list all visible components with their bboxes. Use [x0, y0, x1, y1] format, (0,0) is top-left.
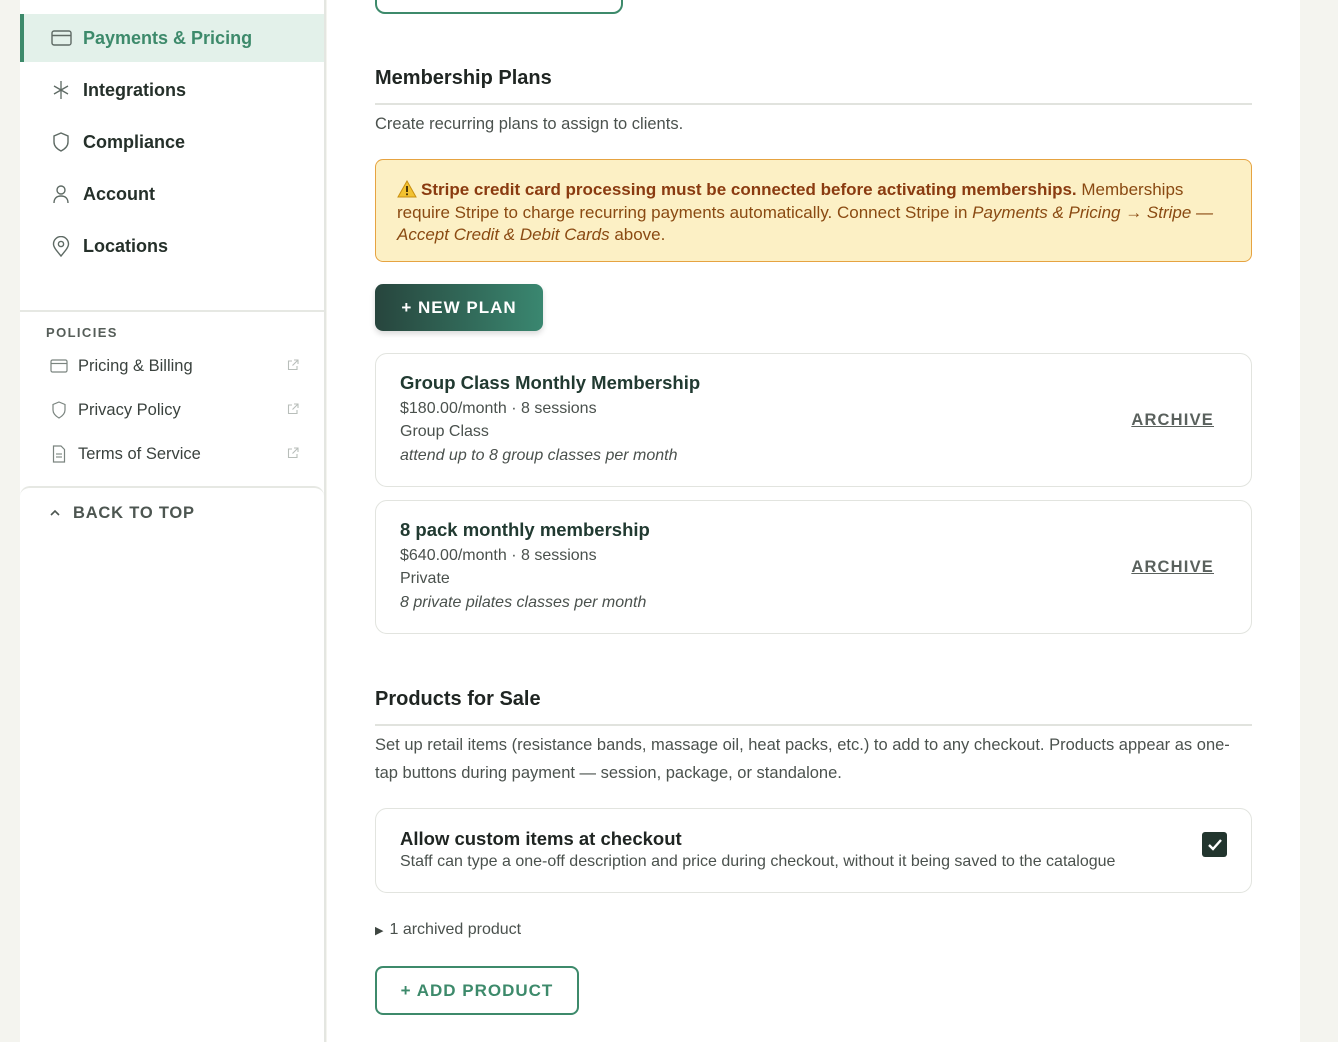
credit-card-icon: [50, 27, 72, 49]
main-content: Membership Plans Create recurring plans …: [327, 0, 1300, 1042]
sparkle-icon: [50, 79, 72, 101]
back-to-top-button[interactable]: BACK TO TOP: [48, 498, 195, 528]
archived-products-label: 1 archived product: [389, 921, 522, 938]
alert-bold-text: Stripe credit card processing must be co…: [421, 180, 1077, 199]
policy-link-terms-of-service[interactable]: Terms of Service: [50, 439, 300, 469]
policies-heading: POLICIES: [46, 325, 118, 340]
archive-plan-button[interactable]: ARCHIVE: [1131, 411, 1214, 430]
stripe-warning-alert: Stripe credit card processing must be co…: [375, 159, 1252, 262]
checkmark-icon: [1207, 838, 1222, 851]
external-link-icon: [287, 359, 299, 371]
sidebar-item-integrations[interactable]: Integrations: [20, 66, 324, 114]
previous-section-button[interactable]: [375, 0, 623, 14]
custom-items-setting: Allow custom items at checkout Staff can…: [375, 808, 1252, 893]
policy-label: Pricing & Billing: [78, 356, 193, 375]
sidebar-item-label: Payments & Pricing: [83, 27, 253, 48]
credit-card-icon: [50, 357, 68, 375]
sidebar-item-label: Compliance: [83, 131, 186, 152]
membership-description: Create recurring plans to assign to clie…: [375, 115, 684, 133]
settings-sidebar: Payments & Pricing Integrations Complian…: [20, 0, 326, 1042]
external-link-icon: [287, 403, 299, 415]
sidebar-item-compliance[interactable]: Compliance: [20, 118, 324, 166]
policy-label: Privacy Policy: [78, 400, 181, 419]
custom-items-title: Allow custom items at checkout: [400, 828, 682, 849]
shield-icon: [50, 131, 72, 153]
add-product-button[interactable]: + ADD PRODUCT: [375, 966, 579, 1015]
section-divider: [375, 724, 1252, 726]
plan-note: 8 private pilates classes per month: [400, 594, 647, 611]
plan-card: Group Class Monthly Membership $180.00/m…: [375, 353, 1252, 487]
products-title: Products for Sale: [375, 688, 541, 710]
plan-type: Group Class: [400, 423, 489, 440]
alert-text-end: above.: [609, 225, 666, 244]
warning-icon: [397, 179, 417, 198]
sidebar-divider: [20, 310, 324, 312]
map-pin-icon: [50, 235, 72, 257]
plan-note: attend up to 8 group classes per month: [400, 447, 678, 464]
disclosure-triangle-icon: ▶: [375, 924, 384, 937]
sidebar-item-locations[interactable]: Locations: [20, 222, 324, 270]
sidebar-item-label: Account: [83, 183, 155, 204]
sidebar-item-label: Locations: [83, 235, 169, 256]
plan-price: $640.00/month · 8 sessions: [400, 547, 597, 564]
sidebar-item-account[interactable]: Account: [20, 170, 324, 218]
sidebar-item-payments-pricing[interactable]: Payments & Pricing: [20, 14, 324, 62]
sidebar-item-label: Integrations: [83, 79, 187, 100]
chevron-up-icon: [50, 509, 60, 516]
back-to-top-label: BACK TO TOP: [73, 503, 195, 522]
archived-products-toggle[interactable]: ▶ 1 archived product: [375, 921, 521, 939]
plan-name: Group Class Monthly Membership: [400, 372, 701, 393]
products-description: Set up retail items (resistance bands, m…: [375, 736, 1230, 782]
membership-plans-title: Membership Plans: [375, 67, 552, 89]
plan-name: 8 pack monthly membership: [400, 519, 650, 540]
custom-items-checkbox[interactable]: [1202, 832, 1227, 857]
new-plan-button[interactable]: + NEW PLAN: [375, 284, 543, 331]
archive-plan-button[interactable]: ARCHIVE: [1131, 558, 1214, 577]
plan-price: $180.00/month · 8 sessions: [400, 400, 597, 417]
custom-items-subtitle: Staff can type a one-off description and…: [400, 853, 1116, 870]
shield-icon: [50, 401, 68, 419]
plan-type: Private: [400, 570, 450, 587]
document-icon: [50, 445, 68, 463]
section-divider: [375, 103, 1252, 105]
policy-label: Terms of Service: [78, 444, 201, 463]
policy-link-pricing-billing[interactable]: Pricing & Billing: [50, 351, 300, 381]
external-link-icon: [287, 447, 299, 459]
plan-card: 8 pack monthly membership $640.00/month …: [375, 500, 1252, 634]
user-icon: [50, 183, 72, 205]
policy-link-privacy-policy[interactable]: Privacy Policy: [50, 395, 300, 425]
